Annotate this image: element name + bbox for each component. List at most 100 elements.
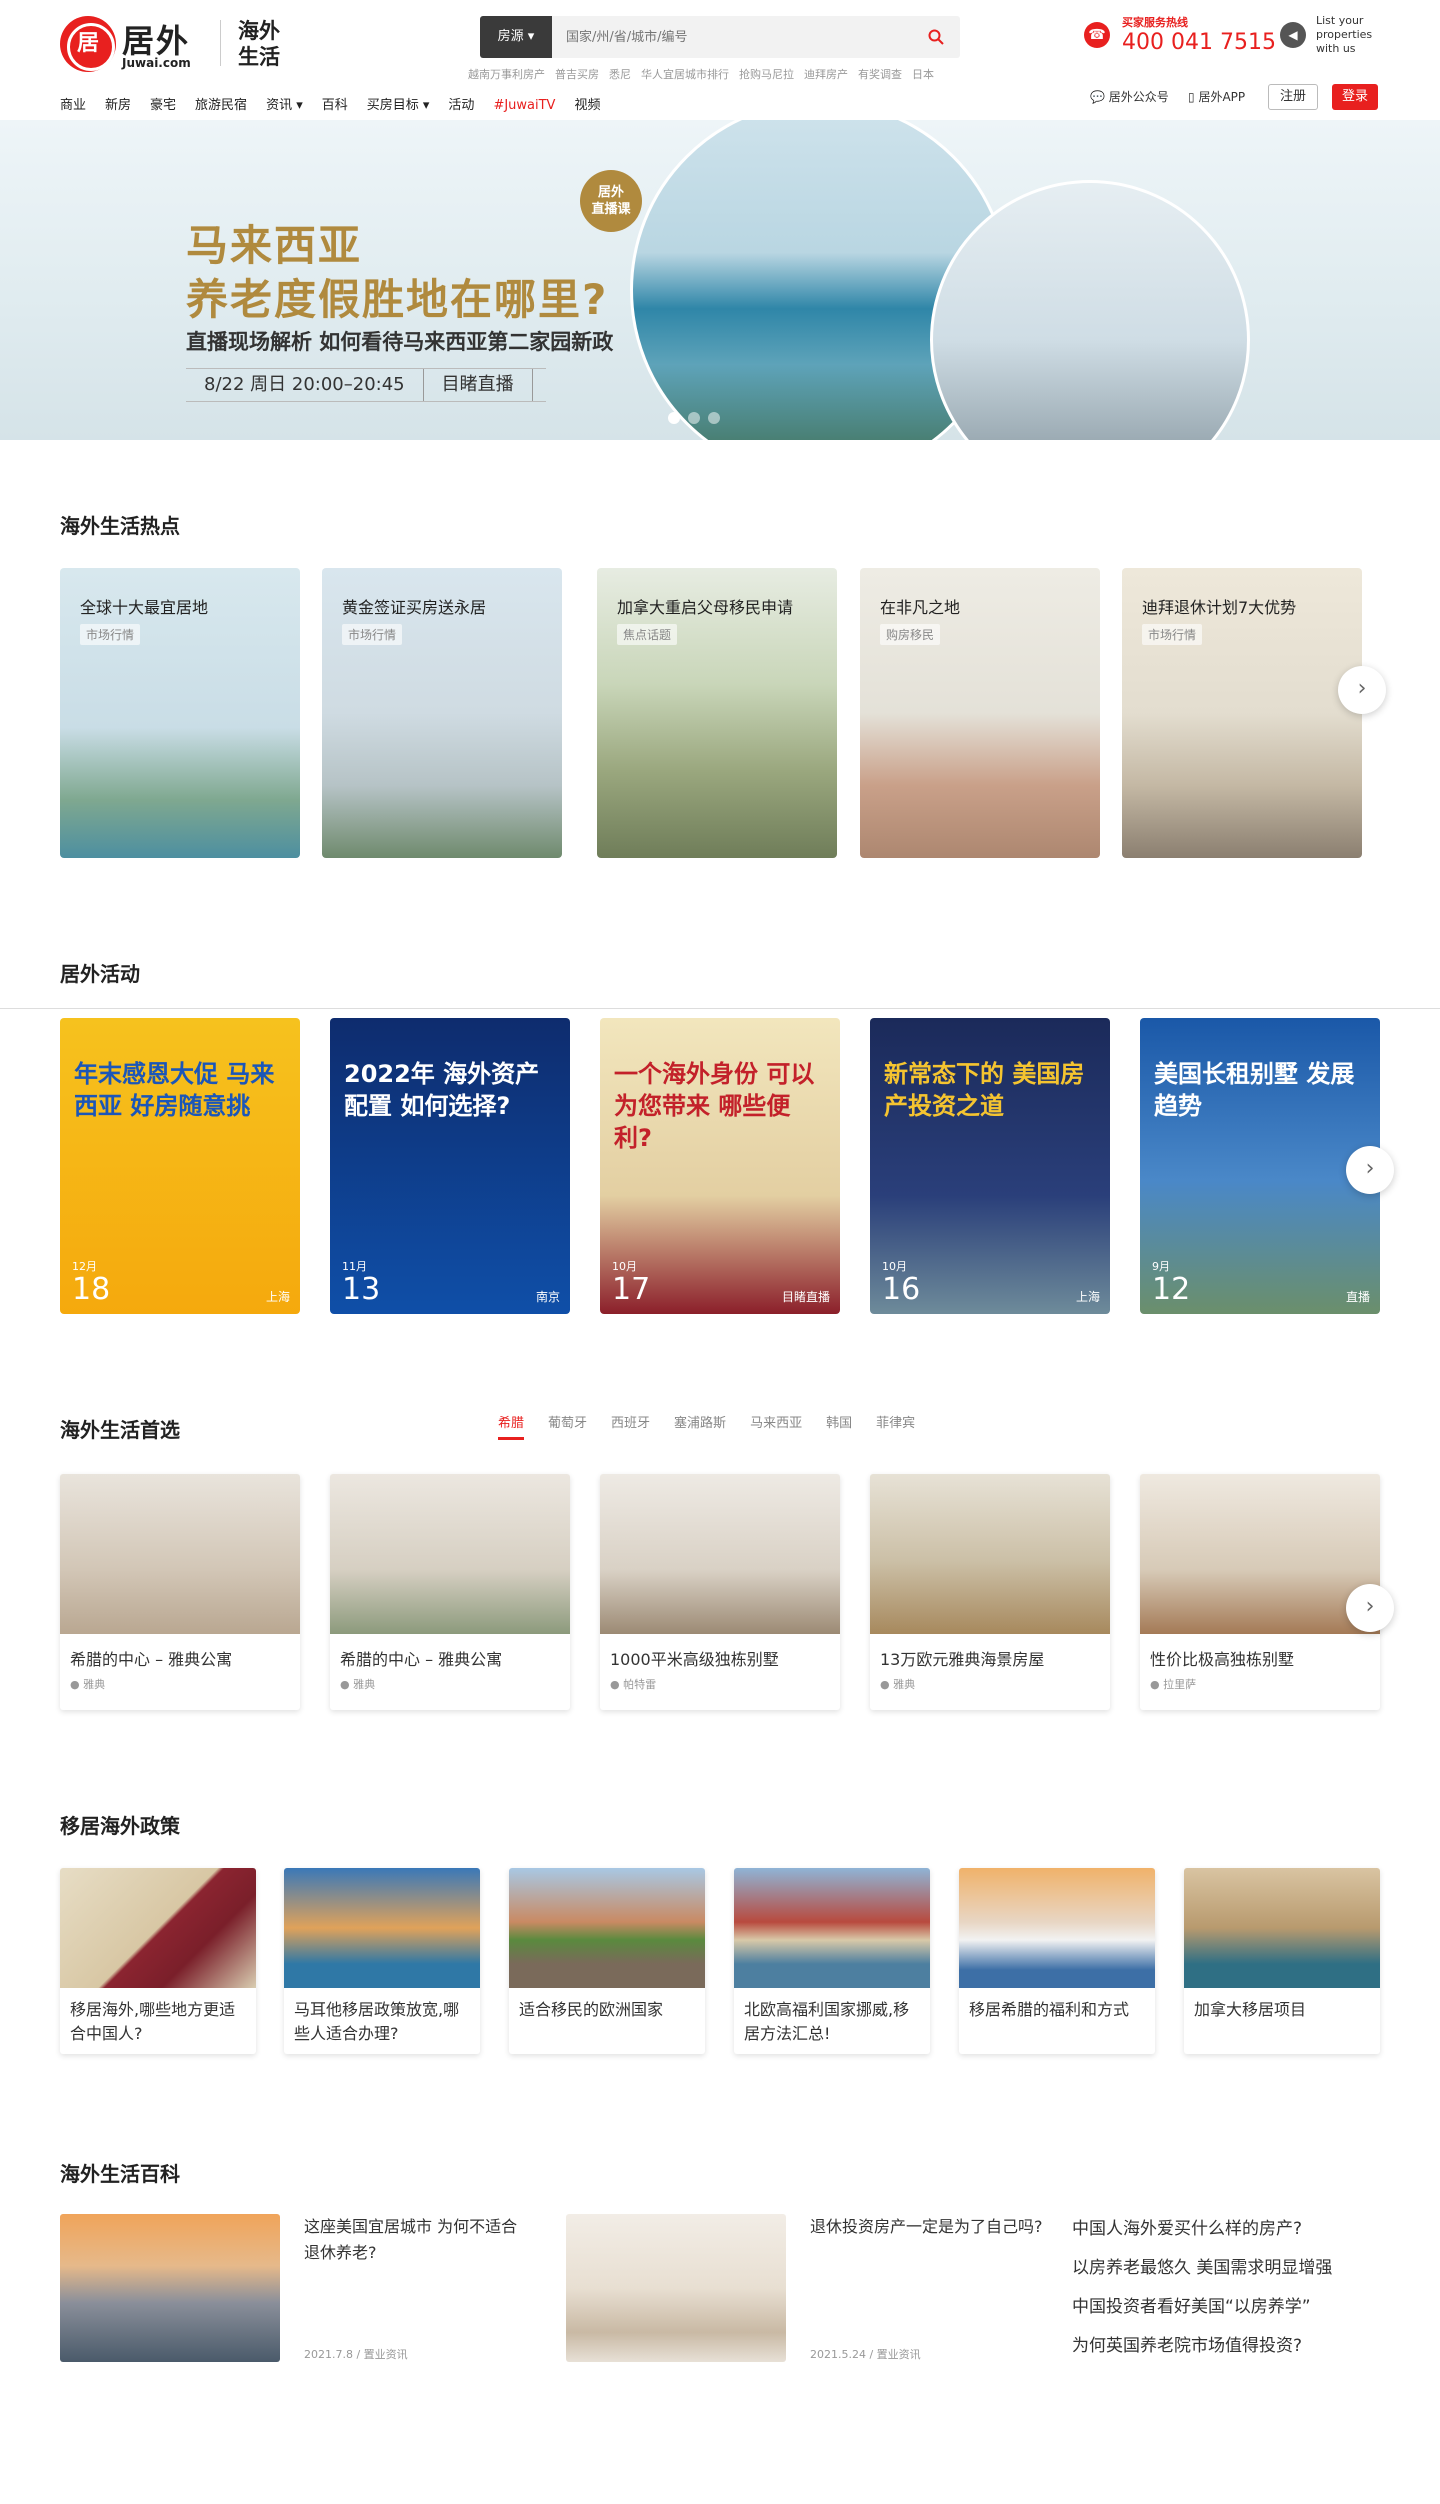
wechat-icon: 💬: [1090, 90, 1105, 104]
site-section-title: 海外 生活: [238, 19, 280, 69]
property-image: [60, 1474, 300, 1634]
brand-domain: Juwai.com: [122, 56, 191, 70]
wiki-link[interactable]: 为何英国养老院市场值得投资?: [1072, 2327, 1332, 2366]
live-badge: 居外 直播课: [580, 170, 642, 232]
tab-korea[interactable]: 韩国: [826, 1412, 852, 1431]
nav-item-video[interactable]: 视频: [574, 98, 600, 113]
property-card[interactable]: 1000平米高级独栋别墅 ● 帕特雷: [600, 1474, 840, 1710]
search-input[interactable]: [566, 16, 906, 58]
events-section-title: 居外活动: [60, 962, 140, 986]
nav-item-juwai-tv[interactable]: #JuwaiTV: [493, 98, 555, 113]
event-card[interactable]: 一个海外身份 可以为您带来 哪些便利? 10月 17 目睹直播: [600, 1018, 840, 1314]
app-link[interactable]: ▯ 居外APP: [1188, 88, 1245, 105]
tab-malaysia[interactable]: 马来西亚: [750, 1412, 802, 1431]
megaphone-icon: ◀: [1280, 22, 1306, 48]
nav-item-news[interactable]: 资讯 ▾: [266, 98, 303, 113]
hot-link[interactable]: 越南万事利房产: [468, 68, 545, 81]
location-pin-icon: ●: [610, 1678, 620, 1691]
wiki-link-list: 中国人海外爱买什么样的房产? 以房养老最悠久 美国需求明显增强 中国投资者看好美…: [1072, 2210, 1332, 2366]
policy-card[interactable]: 适合移民的欧洲国家: [509, 1868, 705, 2054]
tab-portugal[interactable]: 葡萄牙: [548, 1412, 587, 1431]
hot-link[interactable]: 华人宜居城市排行: [641, 68, 729, 81]
property-card[interactable]: 希腊的中心 – 雅典公寓 ● 雅典: [330, 1474, 570, 1710]
hot-link[interactable]: 普吉买房: [555, 68, 599, 81]
list-property-link[interactable]: List your properties with us: [1316, 14, 1372, 56]
property-image: [870, 1474, 1110, 1634]
phone-icon: ☎: [1084, 22, 1110, 48]
property-card[interactable]: 性价比极高独栋别墅 ● 拉里萨: [1140, 1474, 1380, 1710]
chevron-right-icon[interactable]: ›: [1338, 666, 1386, 714]
banner-title-2: 养老度假胜地在哪里?: [186, 275, 609, 324]
nav-item-commercial[interactable]: 商业: [60, 98, 86, 113]
nav-item-buy-goals[interactable]: 买房目标 ▾: [367, 98, 430, 113]
carousel-dot[interactable]: [668, 412, 680, 424]
wiki-article-meta: 2021.7.8 / 置业资讯: [304, 2348, 408, 2361]
wiki-link[interactable]: 中国人海外爱买什么样的房产?: [1072, 2210, 1332, 2249]
wiki-article-title[interactable]: 退休投资房产一定是为了自己吗?: [810, 2214, 1046, 2240]
tab-cyprus[interactable]: 塞浦路斯: [674, 1412, 726, 1431]
wiki-article-image[interactable]: [566, 2214, 786, 2362]
wiki-link[interactable]: 以房养老最悠久 美国需求明显增强: [1072, 2249, 1332, 2288]
event-card[interactable]: 年末感恩大促 马来西亚 好房随意挑 12月 18 上海: [60, 1018, 300, 1314]
chevron-right-icon[interactable]: ›: [1346, 1146, 1394, 1194]
hot-card[interactable]: 迪拜退休计划7大优势 市场行情: [1122, 568, 1362, 858]
logo-mark: 居: [76, 31, 99, 56]
location-pin-icon: ●: [340, 1678, 350, 1691]
event-card[interactable]: 美国长租别墅 发展趋势 9月 12 直播: [1140, 1018, 1380, 1314]
search-icon[interactable]: [916, 16, 956, 58]
property-card[interactable]: 希腊的中心 – 雅典公寓 ● 雅典: [60, 1474, 300, 1710]
property-card[interactable]: 13万欧元雅典海景房屋 ● 雅典: [870, 1474, 1110, 1710]
mobile-icon: ▯: [1188, 90, 1195, 104]
nav-item-events[interactable]: 活动: [448, 98, 474, 113]
tab-spain[interactable]: 西班牙: [611, 1412, 650, 1431]
wechat-link[interactable]: 💬 居外公众号: [1090, 88, 1169, 105]
carousel-dot[interactable]: [688, 412, 700, 424]
policy-card[interactable]: 移居希腊的福利和方式: [959, 1868, 1155, 2054]
register-button[interactable]: 注册: [1268, 84, 1318, 110]
wiki-article-image[interactable]: [60, 2214, 280, 2362]
property-image: [1140, 1474, 1380, 1634]
banner-title: 马来西亚: [186, 221, 363, 270]
carousel-dot[interactable]: [708, 412, 720, 424]
wiki-section-title: 海外生活百科: [60, 2162, 180, 2186]
hot-card[interactable]: 黄金签证买房送永居 市场行情: [322, 568, 562, 858]
event-card[interactable]: 新常态下的 美国房产投资之道 10月 16 上海: [870, 1018, 1110, 1314]
hot-card[interactable]: 在非凡之地 购房移民: [860, 568, 1100, 858]
policy-image: [60, 1868, 256, 1988]
tab-greece[interactable]: 希腊: [498, 1412, 525, 1440]
search-type-dropdown[interactable]: 房源 ▾: [480, 16, 552, 58]
policy-image: [1184, 1868, 1380, 1988]
location-pin-icon: ●: [880, 1678, 890, 1691]
hot-link[interactable]: 有奖调查: [858, 68, 902, 81]
login-button[interactable]: 登录: [1332, 84, 1378, 110]
hot-card[interactable]: 加拿大重启父母移民申请 焦点话题: [597, 568, 837, 858]
event-card[interactable]: 2022年 海外资产配置 如何选择? 11月 13 南京: [330, 1018, 570, 1314]
carousel-dots[interactable]: [668, 412, 728, 428]
hot-card[interactable]: 全球十大最宜居地 市场行情: [60, 568, 300, 858]
hot-link[interactable]: 迪拜房产: [804, 68, 848, 81]
property-image: [330, 1474, 570, 1634]
policy-card[interactable]: 加拿大移居项目: [1184, 1868, 1380, 2054]
timeline-line: [0, 1008, 1440, 1009]
nav-item-wiki[interactable]: 百科: [322, 98, 348, 113]
hotline-number[interactable]: 400 041 7515: [1122, 30, 1276, 55]
wiki-article-title[interactable]: 这座美国宜居城市 为何不适合退休养老?: [304, 2214, 524, 2266]
policy-card[interactable]: 马耳他移居政策放宽,哪些人适合办理?: [284, 1868, 480, 2054]
policy-image: [284, 1868, 480, 1988]
hot-link[interactable]: 抢购马尼拉: [739, 68, 794, 81]
nav-item-new-homes[interactable]: 新房: [105, 98, 131, 113]
wiki-link[interactable]: 中国投资者看好美国“以房养学”: [1072, 2288, 1332, 2327]
tab-philippines[interactable]: 菲律宾: [876, 1412, 915, 1431]
hot-link[interactable]: 日本: [912, 68, 934, 81]
hot-link[interactable]: 悉尼: [609, 68, 631, 81]
policy-card[interactable]: 北欧高福利国家挪威,移居方法汇总!: [734, 1868, 930, 2054]
nav-item-luxury[interactable]: 豪宅: [150, 98, 176, 113]
juwai-logo[interactable]: 居: [60, 16, 116, 72]
picks-section-title: 海外生活首选: [60, 1418, 180, 1442]
banner-subtitle: 直播现场解析 如何看待马来西亚第二家园新政: [186, 330, 614, 354]
chevron-right-icon[interactable]: ›: [1346, 1584, 1394, 1632]
policy-image: [959, 1868, 1155, 1988]
nav-item-vacation[interactable]: 旅游民宿: [195, 98, 247, 113]
policy-card[interactable]: 移居海外,哪些地方更适合中国人?: [60, 1868, 256, 2054]
hero-banner[interactable]: 马来西亚 养老度假胜地在哪里? 直播现场解析 如何看待马来西亚第二家园新政 8/…: [0, 120, 1440, 440]
